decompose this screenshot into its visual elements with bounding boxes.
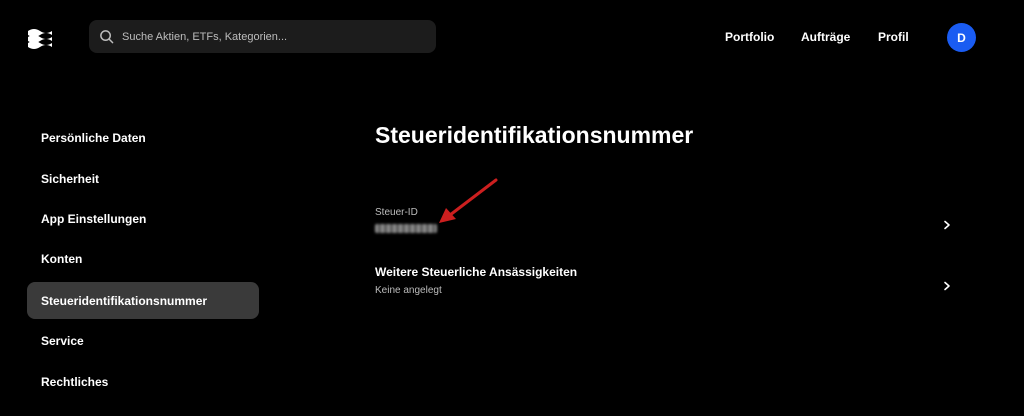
- chevron-right-icon: [942, 217, 952, 230]
- sidebar-item-rechtliches[interactable]: Rechtliches: [27, 363, 259, 400]
- weitere-ansaessigkeiten-row[interactable]: Weitere Steuerliche Ansässigkeiten Keine…: [375, 265, 960, 301]
- avatar[interactable]: D: [947, 23, 976, 52]
- chevron-right-icon: [942, 278, 952, 291]
- steuer-id-label: Steuer-ID: [375, 207, 418, 218]
- nav-profil[interactable]: Profil: [878, 28, 909, 46]
- sidebar-item-steueridentifikationsnummer[interactable]: Steueridentifikationsnummer: [27, 282, 259, 319]
- search-bar[interactable]: [89, 20, 436, 53]
- sidebar-item-app-einstellungen[interactable]: App Einstellungen: [27, 200, 259, 237]
- logo-icon[interactable]: [27, 27, 53, 49]
- nav-auftraege[interactable]: Aufträge: [801, 28, 850, 46]
- sidebar-item-service[interactable]: Service: [27, 322, 259, 359]
- page-title: Steueridentifikationsnummer: [375, 122, 694, 148]
- sidebar-item-konten[interactable]: Konten: [27, 240, 259, 277]
- steuer-id-value-masked: [375, 224, 437, 233]
- weitere-ansaessigkeiten-title: Weitere Steuerliche Ansässigkeiten: [375, 265, 578, 279]
- weitere-ansaessigkeiten-subtitle: Keine angelegt: [375, 285, 442, 296]
- profile-settings-page: Portfolio Aufträge Profil D Persönliche …: [0, 0, 1024, 416]
- sidebar-item-sicherheit[interactable]: Sicherheit: [27, 160, 259, 197]
- search-input[interactable]: [122, 30, 412, 43]
- nav-portfolio[interactable]: Portfolio: [725, 28, 774, 46]
- sidebar-item-persoenliche-daten[interactable]: Persönliche Daten: [27, 119, 259, 156]
- steuer-id-row[interactable]: Steuer-ID: [375, 207, 960, 243]
- search-icon: [98, 29, 114, 45]
